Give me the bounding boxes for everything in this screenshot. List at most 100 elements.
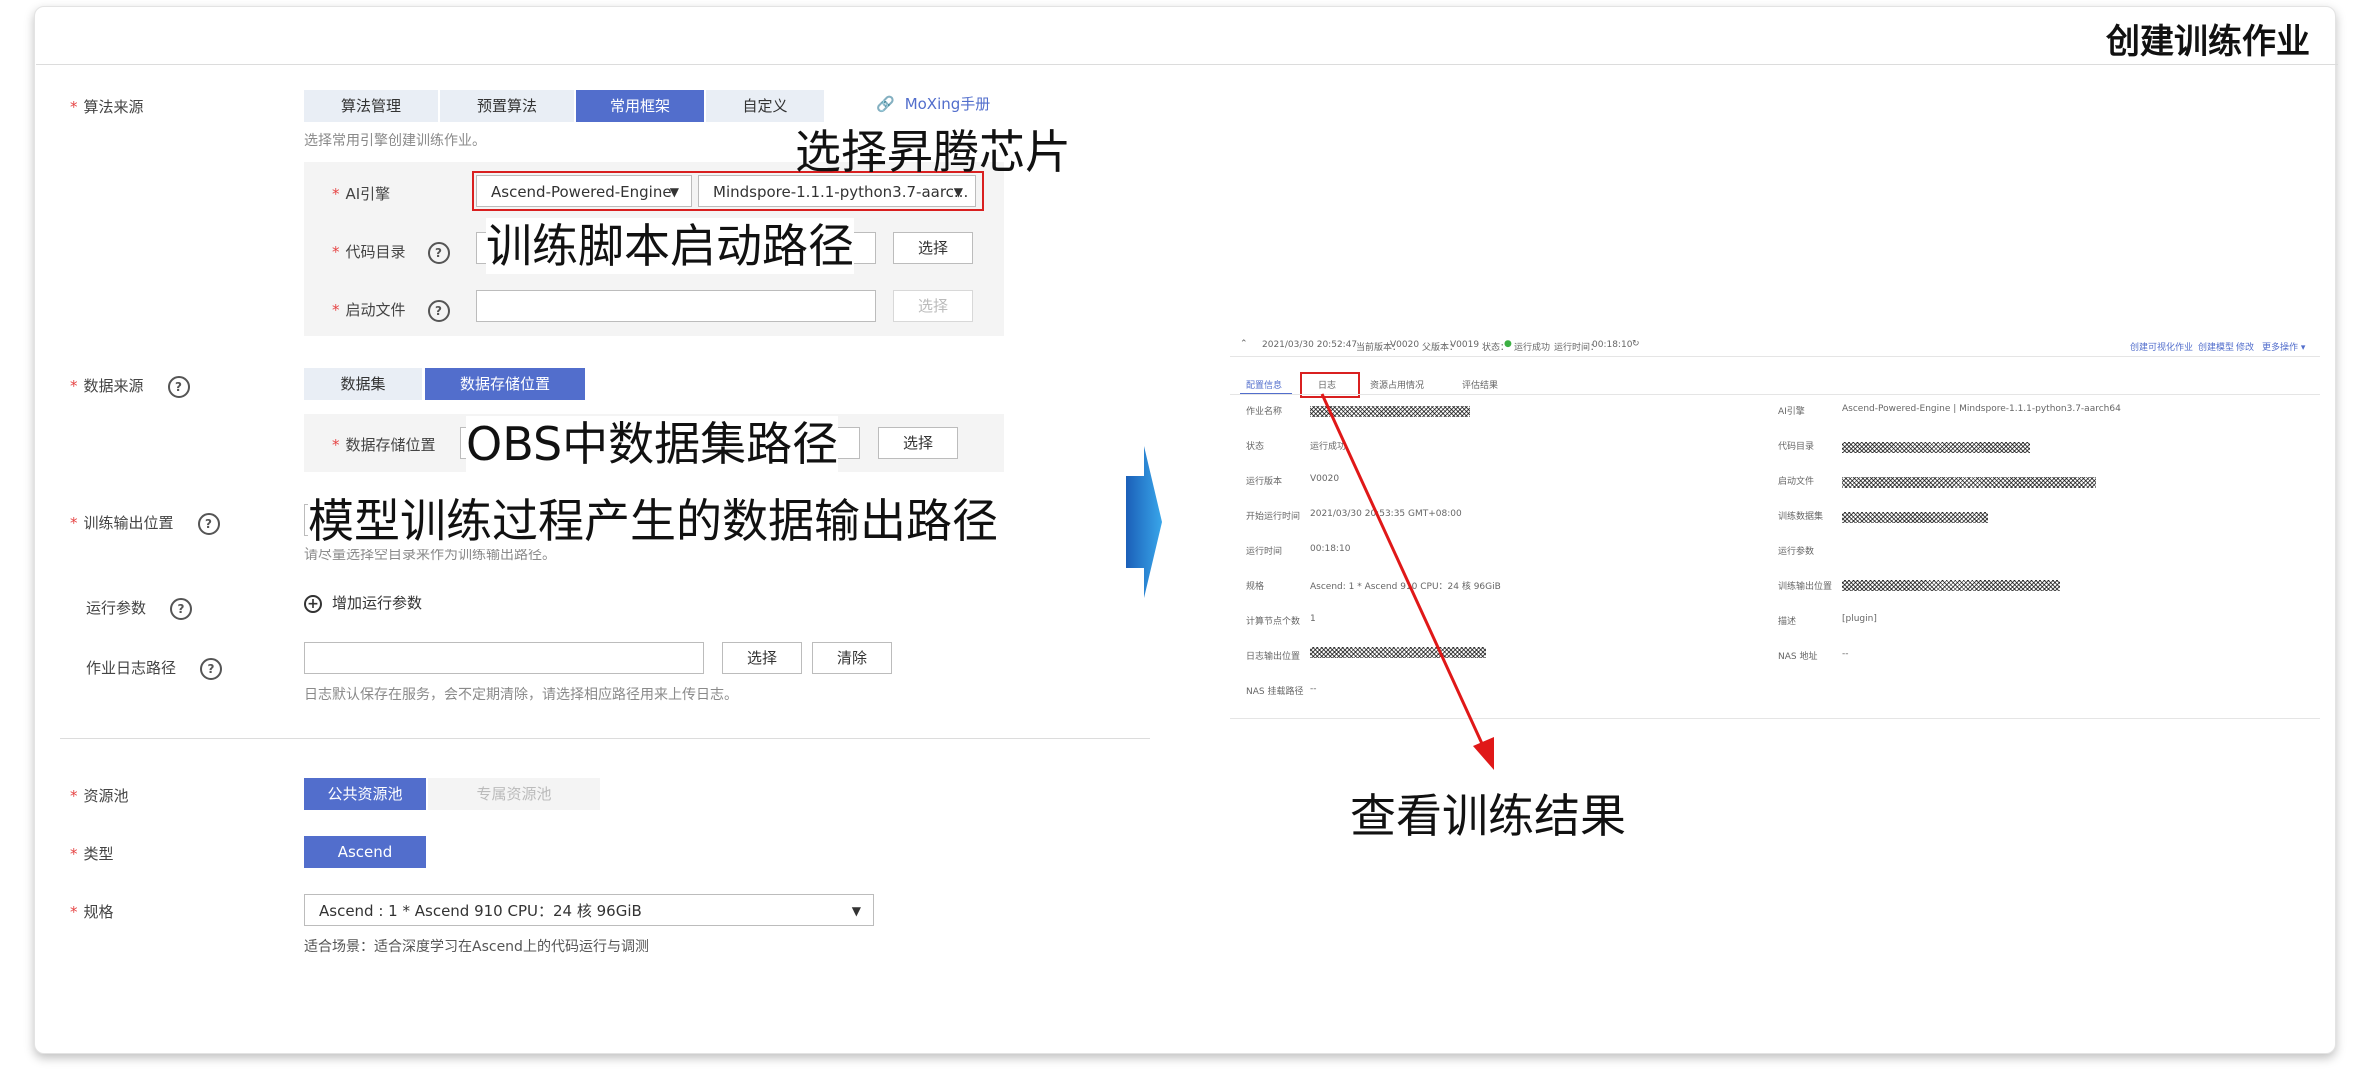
detail-field-value: 2021/03/30 20:53:35 GMT+08:00	[1310, 509, 1462, 519]
redacted-boot-file	[1842, 477, 2096, 488]
redacted-code-dir	[1842, 442, 2030, 453]
tab-common-framework[interactable]: 常用框架	[576, 90, 704, 122]
boot-file-input[interactable]	[476, 290, 876, 322]
detail-field-value: 运行成功	[1310, 442, 1347, 452]
detail-field-label: AI引擎	[1778, 407, 1805, 417]
help-icon[interactable]: ?	[170, 597, 193, 620]
spec-hint: 适合场景：适合深度学习在Ascend上的代码运行与调测	[304, 939, 649, 955]
job-log-select-button[interactable]: 选择	[722, 642, 802, 674]
annotation-obs-path: OBS中数据集路径	[466, 416, 839, 472]
detail-field-value: 00:18:10	[1310, 544, 1351, 554]
refresh-icon[interactable]: ↻	[1632, 339, 1640, 349]
detail-field-label: 训练数据集	[1778, 512, 1824, 522]
tab-config-info[interactable]: 配置信息	[1246, 378, 1282, 391]
detail-field-value: 1	[1310, 614, 1316, 624]
tab-preset-algo[interactable]: 预置算法	[440, 90, 574, 122]
detail-field-label: 开始运行时间	[1246, 512, 1301, 522]
detail-field-label: 运行参数	[1778, 547, 1815, 557]
create-model-link[interactable]: 创建模型	[2198, 340, 2234, 353]
link-icon: 🔗	[876, 95, 895, 113]
job-detail-header: ⌃ 2021/03/30 20:52:47 当前版本： V0020 父版本： V…	[1230, 334, 2320, 357]
job-log-input[interactable]	[304, 642, 704, 674]
code-dir-select-button[interactable]: 选择	[893, 232, 973, 264]
detail-field-label: NAS 挂载路径	[1246, 687, 1304, 697]
status-success-icon: ●	[1504, 339, 1512, 349]
job-status: 运行成功	[1514, 343, 1551, 353]
help-icon[interactable]: ?	[427, 241, 450, 264]
run-params-label: 运行参数?	[86, 597, 193, 620]
ai-engine-label: * AI引擎	[332, 185, 391, 203]
panel-bottom-divider	[1230, 718, 2320, 719]
tab-data-storage[interactable]: 数据存储位置	[425, 368, 585, 400]
storage-location-label: * 数据存储位置	[332, 436, 436, 454]
storage-select-button[interactable]: 选择	[878, 427, 958, 459]
type-ascend-button[interactable]: Ascend	[304, 836, 426, 868]
detail-field-label: 运行时间	[1246, 547, 1283, 557]
compare-version: V0019	[1450, 340, 1480, 350]
section-divider	[60, 738, 1150, 739]
code-dir-label: * 代码目录?	[332, 241, 450, 264]
algo-source-label: * 算法来源	[70, 98, 144, 116]
tab-algo-management[interactable]: 算法管理	[304, 90, 438, 122]
boot-file-select-button[interactable]: 选择	[893, 290, 973, 322]
redacted-log-output	[1310, 647, 1486, 658]
help-icon[interactable]: ?	[197, 512, 220, 535]
detail-field-value: Ascend: 1 * Ascend 910 CPU：24 核 96GiB	[1310, 582, 1501, 592]
caret-down-icon: ▼	[851, 904, 861, 918]
redacted-job-name	[1310, 406, 1470, 417]
job-detail-panel: ⌃ 2021/03/30 20:52:47 当前版本： V0020 父版本： V…	[1230, 334, 2320, 724]
detail-field-label: 作业名称	[1246, 407, 1283, 417]
moxing-manual-link[interactable]: 🔗 MoXing手册	[876, 93, 990, 114]
detail-field-label: 训练输出位置	[1778, 582, 1833, 592]
engine-select[interactable]: Ascend-Powered-Engine ▼	[476, 175, 692, 207]
detail-field-label: 运行版本	[1246, 477, 1283, 487]
detail-field-value: --	[1310, 684, 1317, 694]
tab-dedicated-pool[interactable]: 专属资源池	[428, 778, 600, 810]
page-title: 创建训练作业	[2106, 22, 2310, 62]
boot-file-label: * 启动文件?	[332, 299, 450, 322]
annotation-chip: 选择昇腾芯片	[795, 125, 1071, 179]
help-icon[interactable]: ?	[427, 299, 450, 322]
data-source-label: * 数据来源?	[70, 375, 190, 398]
spec-select[interactable]: Ascend : 1 * Ascend 910 CPU：24 核 96GiB ▼	[304, 894, 874, 926]
title-divider	[36, 64, 2338, 65]
job-log-clear-button[interactable]: 清除	[812, 642, 892, 674]
spec-label: * 规格	[70, 903, 114, 921]
collapse-chevron-icon[interactable]: ⌃	[1240, 339, 1248, 349]
tab-eval-result[interactable]: 评估结果	[1462, 378, 1498, 391]
detail-field-value: [plugin]	[1842, 614, 1877, 624]
help-icon[interactable]: ?	[167, 375, 190, 398]
tab-public-pool[interactable]: 公共资源池	[304, 778, 426, 810]
annotation-view-result: 查看训练结果	[1350, 789, 1626, 843]
current-version: V0020	[1390, 340, 1420, 350]
runtime-value: 00:18:10	[1592, 340, 1633, 350]
detail-field-value: V0020	[1310, 474, 1340, 484]
detail-field-label: 计算节点个数	[1246, 617, 1301, 627]
flow-arrow-icon	[1126, 446, 1162, 598]
tab-resource-usage[interactable]: 资源占用情况	[1370, 378, 1424, 391]
tab-dataset[interactable]: 数据集	[304, 368, 422, 400]
add-run-param-button[interactable]: + 增加运行参数	[304, 592, 422, 613]
more-actions-link[interactable]: 更多操作 ▾	[2262, 340, 2305, 353]
detail-field-label: 日志输出位置	[1246, 652, 1301, 662]
annotation-script-path: 训练脚本启动路径	[486, 218, 854, 274]
create-visual-job-link[interactable]: 创建可视化作业	[2130, 340, 2193, 353]
caret-down-icon: ▼	[669, 185, 679, 199]
detail-field-label: 代码目录	[1778, 442, 1815, 452]
detail-field-label: NAS 地址	[1778, 652, 1818, 662]
detail-field-label: 描述	[1778, 617, 1797, 627]
job-datetime: 2021/03/30 20:52:47	[1262, 340, 1358, 350]
tabs-divider	[1230, 394, 2320, 395]
job-log-label: 作业日志路径?	[86, 657, 223, 680]
modify-link[interactable]: 修改	[2236, 340, 2254, 353]
detail-field-value: Ascend-Powered-Engine | Mindspore-1.1.1-…	[1842, 404, 2121, 414]
plus-circle-icon: +	[304, 594, 322, 613]
algo-source-hint: 选择常用引擎创建训练作业。	[304, 133, 486, 149]
redacted-train-output	[1842, 580, 2060, 591]
job-log-hint: 日志默认保存在服务，会不定期清除，请选择相应路径用来上传日志。	[304, 687, 738, 703]
detail-field-label: 状态	[1246, 442, 1265, 452]
help-icon[interactable]: ?	[200, 657, 223, 680]
annotation-output-path: 模型训练过程产生的数据输出路径	[308, 493, 998, 549]
train-output-label: * 训练输出位置?	[70, 512, 220, 535]
redacted-train-dataset	[1842, 512, 1988, 523]
